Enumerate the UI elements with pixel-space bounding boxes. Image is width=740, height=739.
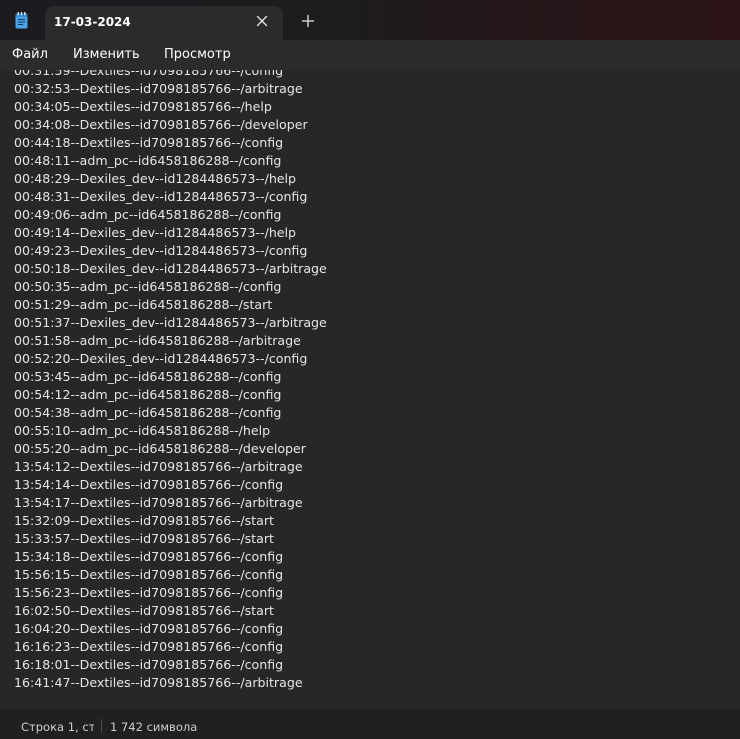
text-editor[interactable]: 00:31:59--Dextiles--id7098185766--/confi…	[0, 70, 740, 709]
text-line: 00:54:12--adm_pc--id6458186288--/config	[14, 387, 282, 402]
menu-file[interactable]: Файл	[12, 47, 48, 62]
text-line: 16:04:20--Dextiles--id7098185766--/confi…	[14, 621, 284, 636]
text-lines: 00:31:59--Dextiles--id7098185766--/confi…	[14, 70, 327, 692]
text-line: 00:48:11--adm_pc--id6458186288--/config	[14, 153, 282, 168]
tab-document[interactable]: 17-03-2024	[45, 6, 283, 40]
text-line: 00:53:45--adm_pc--id6458186288--/config	[14, 369, 282, 384]
text-line: 00:44:18--Dextiles--id7098185766--/confi…	[14, 135, 284, 150]
text-line: 00:31:59--Dextiles--id7098185766--/confi…	[14, 70, 284, 78]
text-line: 16:16:23--Dextiles--id7098185766--/confi…	[14, 639, 284, 654]
status-bar: Строка 1, сто 1 742 символа	[0, 709, 740, 739]
menu-bar: Файл Изменить Просмотр	[0, 40, 740, 70]
notepad-icon	[15, 12, 28, 29]
status-divider	[101, 719, 102, 733]
text-line: 00:34:05--Dextiles--id7098185766--/help	[14, 99, 272, 114]
text-line: 15:34:18--Dextiles--id7098185766--/confi…	[14, 549, 284, 564]
text-line: 00:54:38--adm_pc--id6458186288--/config	[14, 405, 282, 420]
text-line: 00:49:23--Dexiles_dev--id1284486573--/co…	[14, 243, 308, 258]
text-line: 13:54:14--Dextiles--id7098185766--/confi…	[14, 477, 284, 492]
text-line: 00:32:53--Dextiles--id7098185766--/arbit…	[14, 81, 303, 96]
text-line: 00:50:18--Dexiles_dev--id1284486573--/ar…	[14, 261, 327, 276]
text-line: 16:18:01--Dextiles--id7098185766--/confi…	[14, 657, 284, 672]
plus-icon[interactable]	[300, 13, 316, 29]
text-line: 15:32:09--Dextiles--id7098185766--/start	[14, 513, 274, 528]
text-line: 15:56:23--Dextiles--id7098185766--/confi…	[14, 585, 284, 600]
text-line: 00:55:10--adm_pc--id6458186288--/help	[14, 423, 271, 438]
text-line: 00:48:31--Dexiles_dev--id1284486573--/co…	[14, 189, 308, 204]
text-line: 15:56:15--Dextiles--id7098185766--/confi…	[14, 567, 284, 582]
text-line: 15:33:57--Dextiles--id7098185766--/start	[14, 531, 274, 546]
text-line: 16:41:47--Dextiles--id7098185766--/arbit…	[14, 675, 303, 690]
text-line: 00:51:29--adm_pc--id6458186288--/start	[14, 297, 273, 312]
text-line: 00:51:58--adm_pc--id6458186288--/arbitra…	[14, 333, 301, 348]
title-bar[interactable]: 17-03-2024	[0, 0, 740, 40]
text-line: 00:49:06--adm_pc--id6458186288--/config	[14, 207, 282, 222]
tab-title: 17-03-2024	[54, 15, 131, 29]
close-icon[interactable]	[253, 12, 271, 30]
cursor-position: Строка 1, сто	[21, 720, 94, 734]
text-line: 13:54:12--Dextiles--id7098185766--/arbit…	[14, 459, 303, 474]
text-line: 00:34:08--Dextiles--id7098185766--/devel…	[14, 117, 308, 132]
text-line: 00:52:20--Dexiles_dev--id1284486573--/co…	[14, 351, 308, 366]
text-line: 00:51:37--Dexiles_dev--id1284486573--/ar…	[14, 315, 327, 330]
text-line: 16:02:50--Dextiles--id7098185766--/start	[14, 603, 274, 618]
notepad-window: 17-03-2024 Файл Изменить Просмотр 00:31:…	[0, 0, 740, 739]
text-line: 00:48:29--Dexiles_dev--id1284486573--/he…	[14, 171, 297, 186]
text-line: 00:49:14--Dexiles_dev--id1284486573--/he…	[14, 225, 297, 240]
menu-edit[interactable]: Изменить	[73, 47, 140, 62]
character-count: 1 742 символа	[110, 720, 198, 734]
text-line: 00:50:35--adm_pc--id6458186288--/config	[14, 279, 282, 294]
text-line: 13:54:17--Dextiles--id7098185766--/arbit…	[14, 495, 303, 510]
menu-view[interactable]: Просмотр	[164, 47, 231, 62]
text-line: 00:55:20--adm_pc--id6458186288--/develop…	[14, 441, 306, 456]
